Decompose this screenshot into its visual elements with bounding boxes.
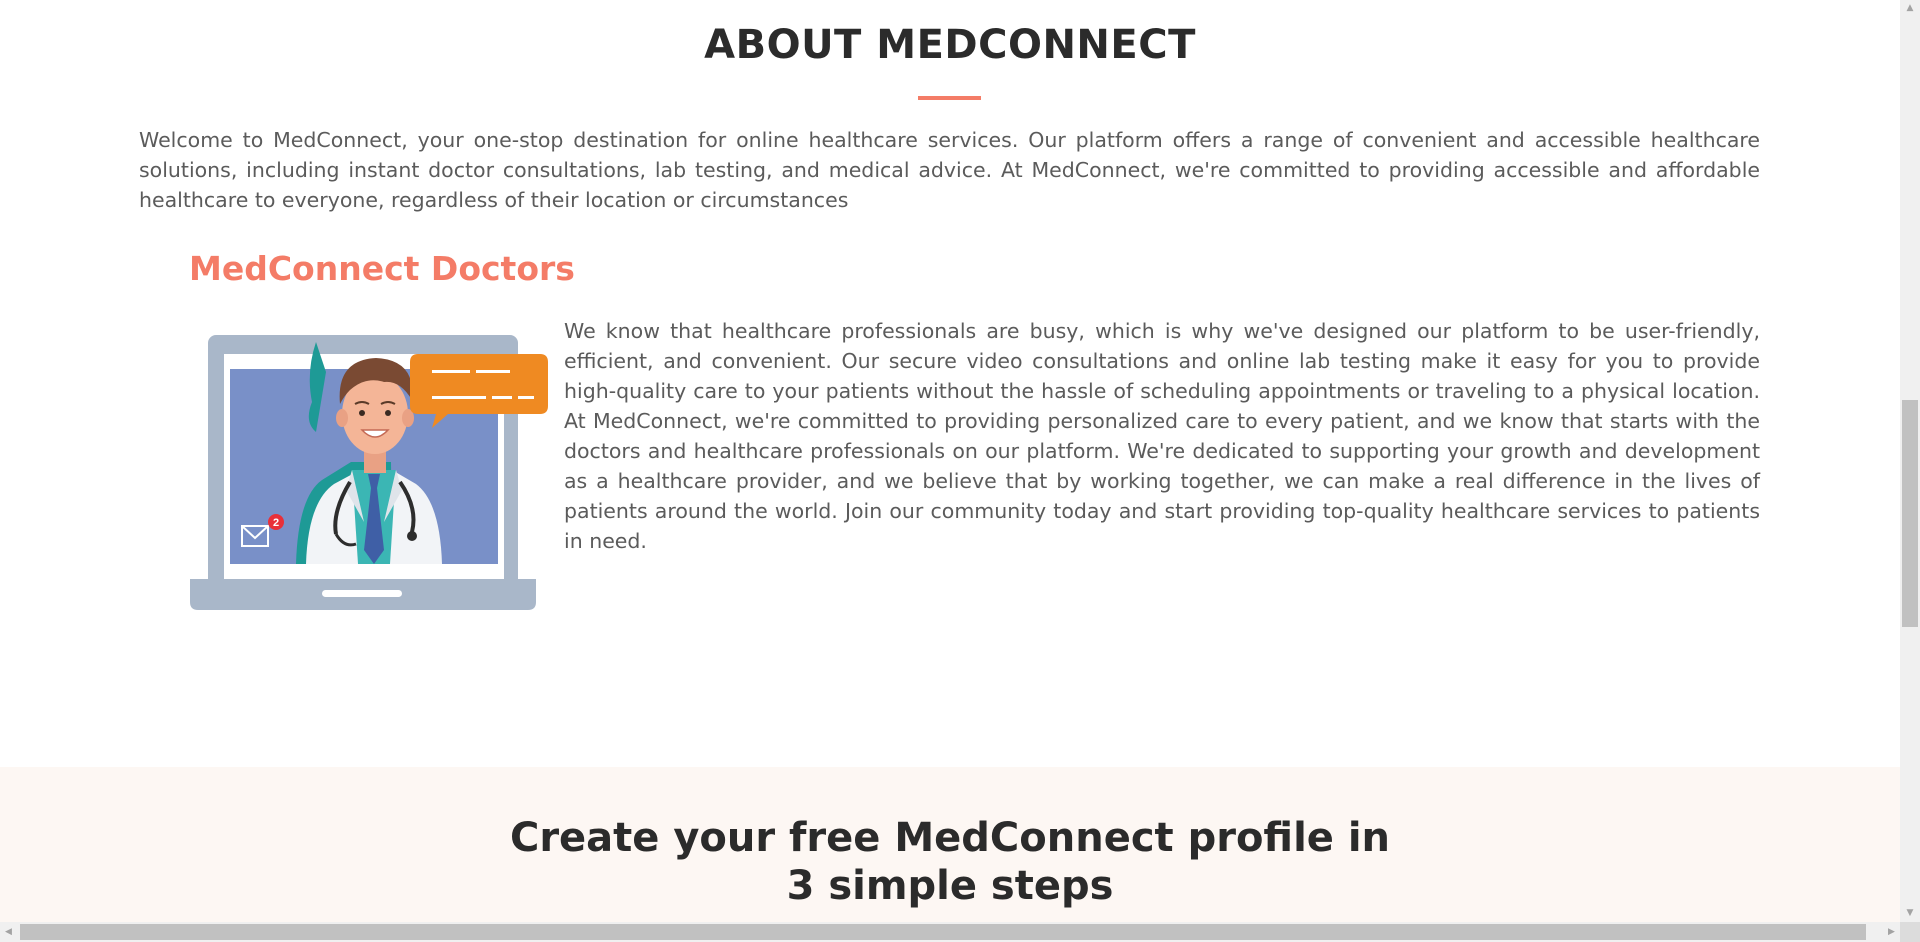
doctors-heading: MedConnect Doctors <box>189 249 575 288</box>
scroll-down-arrow-icon[interactable]: ▼ <box>1900 905 1920 922</box>
about-title: ABOUT MEDCONNECT <box>704 22 1196 68</box>
scroll-right-arrow-icon[interactable]: ▶ <box>1883 922 1900 942</box>
steps-title-line2: 3 simple steps <box>786 863 1114 909</box>
scrollbar-corner <box>1900 922 1920 942</box>
steps-title: Create your free MedConnect profile in 3… <box>0 814 1900 910</box>
about-intro-text: Welcome to MedConnect, your one-stop des… <box>139 128 1760 212</box>
doctors-description: We know that healthcare professionals ar… <box>564 319 1760 553</box>
horizontal-scroll-thumb[interactable] <box>20 924 1866 940</box>
vertical-scrollbar[interactable]: ▲ ▼ <box>1900 0 1920 922</box>
steps-title-line1: Create your free MedConnect profile in <box>509 815 1391 861</box>
about-section: ABOUT MEDCONNECT Welcome to MedConnect, … <box>0 0 1900 767</box>
notification-count-badge: 2 <box>273 517 279 529</box>
title-underline-divider <box>918 96 981 100</box>
scroll-left-arrow-icon[interactable]: ◀ <box>0 922 17 942</box>
vertical-scroll-thumb[interactable] <box>1902 400 1918 627</box>
doctor-on-laptop-illustration: 2 <box>190 335 548 610</box>
page-viewport: ABOUT MEDCONNECT Welcome to MedConnect, … <box>0 0 1900 922</box>
horizontal-scrollbar[interactable]: ◀ ▶ <box>0 922 1900 942</box>
scroll-up-arrow-icon[interactable]: ▲ <box>1900 0 1920 17</box>
steps-section: Create your free MedConnect profile in 3… <box>0 767 1900 922</box>
